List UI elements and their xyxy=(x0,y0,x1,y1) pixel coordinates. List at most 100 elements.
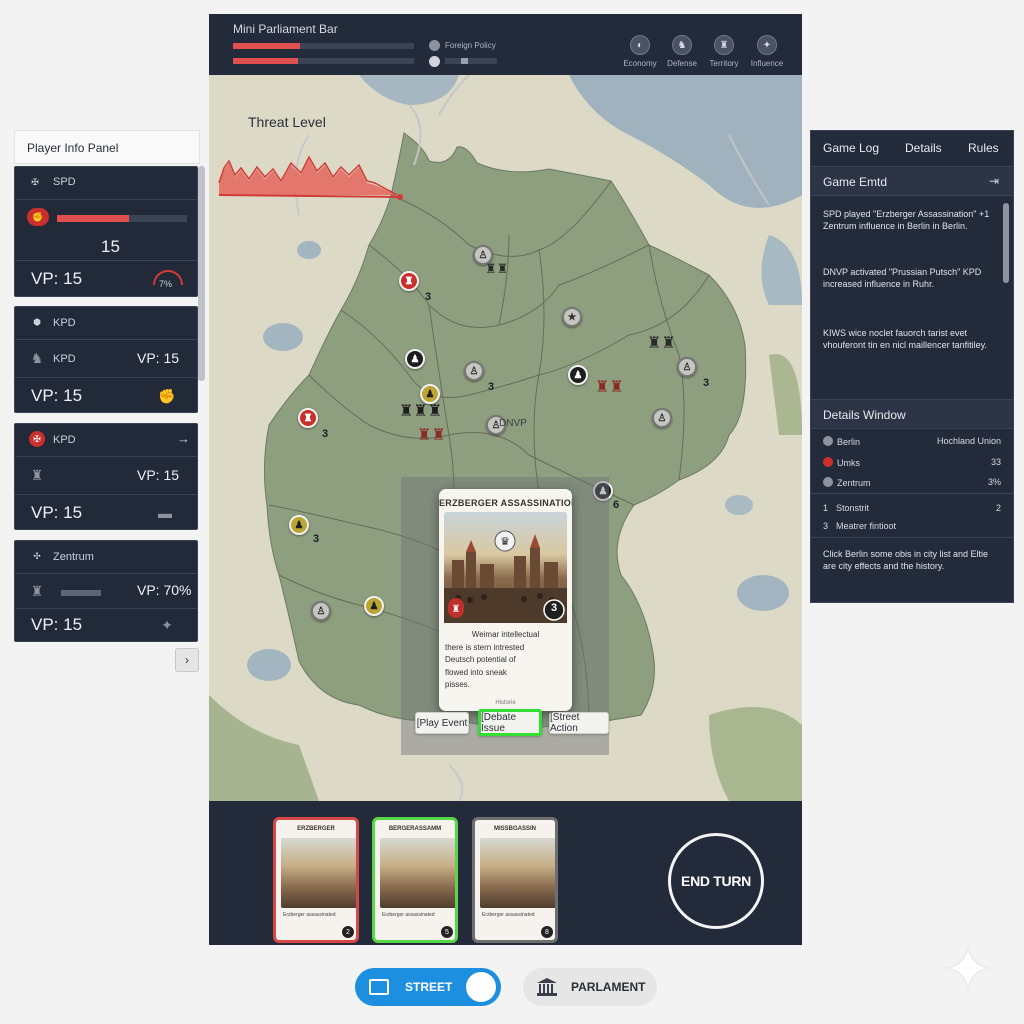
hand-card[interactable]: BERGERASSAMM Erzberger assassinated 5 xyxy=(372,817,458,943)
detail-footer-text: Click Berlin some obis in city list and … xyxy=(823,549,989,571)
map-token-red[interactable]: ♜ xyxy=(399,271,419,291)
tank-icon: ▬ xyxy=(158,505,172,521)
victory-points-small: VP: 70% xyxy=(137,582,192,598)
detail-row[interactable]: Umks 33 xyxy=(823,457,1001,468)
game-board: Mini Parliament Bar Foreign Policy ◐ Eco… xyxy=(209,14,802,945)
hand-card[interactable]: ERZBERGER Erzberger assassinated 2 xyxy=(273,817,359,943)
token-count: 3 xyxy=(322,428,329,440)
party-icon xyxy=(823,457,833,467)
detail-index: 3 xyxy=(823,521,829,531)
play-event-button[interactable]: [Play Event xyxy=(415,712,469,734)
hand-card[interactable]: MISSBGASSIN Erzberger assassinated 8 xyxy=(472,817,558,943)
event-card[interactable]: ERZBERGER ASSASSINATION ♛ ♜ 3 Weimar int… xyxy=(439,489,572,711)
city-icon xyxy=(823,436,833,446)
foreign-policy-marker[interactable] xyxy=(429,56,440,67)
detail-row[interactable]: 3 Meatrer fintioot xyxy=(823,521,1001,531)
tab-details[interactable]: Details xyxy=(905,141,942,155)
map-region-label: DNVP xyxy=(499,418,527,429)
event-card-line: flowed into sneak xyxy=(445,667,507,677)
parliament-bar: Mini Parliament Bar Foreign Policy ◐ Eco… xyxy=(209,14,802,75)
details-divider xyxy=(811,493,1013,494)
player-info-panel-title: Player Info Panel xyxy=(14,130,200,164)
map-token-grey[interactable]: ♙ xyxy=(464,361,484,381)
tab-rules[interactable]: Rules xyxy=(968,141,999,155)
economy-icon: ◐ xyxy=(630,35,650,55)
event-card-line: there is stern intrested xyxy=(445,642,525,652)
collapse-icon[interactable]: ⇥ xyxy=(989,174,999,188)
party-icon xyxy=(823,477,833,487)
vp-row: VP: 15 ▬ xyxy=(15,494,197,531)
map-token-grey[interactable]: ♙ xyxy=(311,601,331,621)
player-card-zentrum[interactable]: ✣ Zentrum ♜ VP: 70% VP: 15 ✦ xyxy=(14,540,198,642)
vp-row: VP: 15 ✊ xyxy=(15,377,197,414)
party-name: KPD xyxy=(53,434,76,446)
event-card-line: Weimar intellectual xyxy=(471,630,540,639)
parliament-bar-1 xyxy=(233,43,414,49)
map-token-grey[interactable]: ♙ xyxy=(677,357,697,377)
player-card-spd[interactable]: ✠ SPD ✊ 15 VP: 15 7% xyxy=(14,166,198,297)
victory-points-small: VP: 15 xyxy=(137,350,180,366)
detail-row[interactable]: Zentrum 3% xyxy=(823,477,1001,488)
detail-name: Berlin xyxy=(837,437,861,447)
map-token-yellow[interactable]: ♟ xyxy=(364,596,384,616)
detail-value: 33 xyxy=(990,457,1001,467)
game-log-title: Game Emtd xyxy=(823,175,888,189)
detail-row[interactable]: Berlin Hochland Union xyxy=(823,436,1001,447)
street-action-button[interactable]: [Street Action xyxy=(549,712,609,734)
map-token-black[interactable]: ♟ xyxy=(568,365,588,385)
tower-icon: ♜ xyxy=(30,466,44,483)
details-divider xyxy=(811,537,1013,538)
influence-fill xyxy=(57,215,129,222)
map-token-grey[interactable]: ♙ xyxy=(652,408,672,428)
svg-text:♜: ♜ xyxy=(452,604,461,615)
victory-points: VP: 15 xyxy=(31,615,83,634)
threat-level-title: Threat Level xyxy=(248,114,326,130)
game-log-scrollbar[interactable] xyxy=(1003,203,1009,283)
detail-name: Meatrer fintioot xyxy=(836,521,897,531)
detail-value: 3% xyxy=(987,477,1001,487)
stat-influence[interactable]: ✦ Influence xyxy=(737,35,797,68)
event-card-line: pisses. xyxy=(445,680,470,689)
victory-points: VP: 15 xyxy=(31,386,83,405)
chevron-right-icon[interactable]: › xyxy=(175,648,199,672)
foreign-policy-label: Foreign Policy xyxy=(445,41,496,50)
party-emblem-icon: ⬢ xyxy=(33,316,41,327)
player-card-kpd[interactable]: ⬢ KPD ♞ KPD VP: 15 VP: 15 ✊ xyxy=(14,306,198,413)
hand-card-number: 8 xyxy=(541,926,553,938)
map-token-black[interactable]: ♟ xyxy=(405,349,425,369)
tab-game-log[interactable]: Game Log xyxy=(823,141,879,155)
detail-index: 1 xyxy=(823,503,829,513)
parliament-mode-label: PARLAMENT xyxy=(571,980,646,994)
debate-issue-button[interactable]: [Debate Issue xyxy=(478,709,542,736)
token-count: 6 xyxy=(613,499,620,511)
details-header: Details Window xyxy=(811,399,1013,429)
event-card-art: ♛ ♜ 3 xyxy=(444,512,567,623)
territory-icon: ♜ xyxy=(714,35,734,55)
token-count: 3 xyxy=(703,377,710,389)
log-entry: DNVP activated "Prussian Putsch" KPD inc… xyxy=(823,267,982,289)
player-panel-scrollbar[interactable] xyxy=(198,166,205,381)
victory-points: VP: 15 xyxy=(31,269,83,288)
event-card-footer: Historie xyxy=(495,700,516,706)
end-turn-button[interactable]: END TURN xyxy=(668,833,764,929)
svg-text:♛: ♛ xyxy=(500,535,510,548)
stat-influence-label: Influence xyxy=(750,59,784,68)
parliament-mode-toggle[interactable]: PARLAMENT xyxy=(523,968,657,1006)
toggle-knob[interactable] xyxy=(466,972,496,1002)
player-card-kpd-2[interactable]: ✠ KPD → ♜ VP: 15 VP: 15 ▬ xyxy=(14,423,198,530)
event-card-title: ERZBERGER ASSASSINATION xyxy=(439,498,572,508)
game-log-header: Game Emtd ⇥ xyxy=(811,166,1013,196)
germany-map[interactable]: Threat Level ♜ 3 ♙ ♟ ♙ 3 ♟ ♟ ♜ 3 ♙ 3 ♙ ♙… xyxy=(209,75,802,801)
map-token-yellow[interactable]: ♟ xyxy=(289,515,309,535)
vp-row: VP: 15 7% xyxy=(15,260,197,298)
hand-card-number: 5 xyxy=(441,926,453,938)
map-token-grey[interactable]: ★ xyxy=(562,307,582,327)
fist-icon: ✊ xyxy=(158,387,176,404)
arrow-right-icon[interactable]: → xyxy=(177,431,190,446)
detail-row[interactable]: 1 Stonstrit 2 xyxy=(823,503,1001,513)
defense-icon: ♞ xyxy=(672,35,692,55)
street-mode-toggle[interactable]: STREET xyxy=(355,968,501,1006)
map-token-red[interactable]: ♜ xyxy=(298,408,318,428)
detail-name: Umks xyxy=(837,458,860,468)
token-count: 3 xyxy=(488,381,495,393)
